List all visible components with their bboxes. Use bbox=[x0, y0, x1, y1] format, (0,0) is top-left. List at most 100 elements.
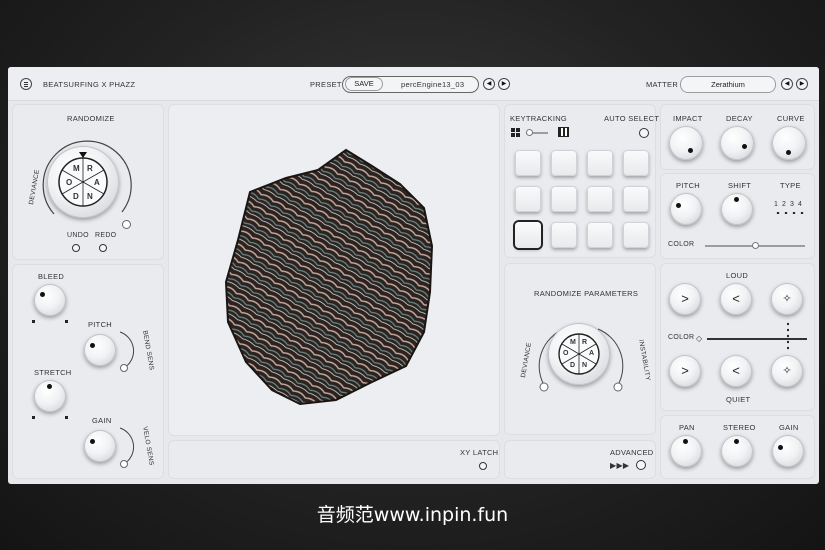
type-option-2[interactable]: 2 bbox=[782, 201, 786, 208]
preset-next-button[interactable]: ▶ bbox=[498, 78, 510, 90]
rp-letter-a: A bbox=[589, 350, 595, 357]
advanced-toggle[interactable] bbox=[636, 460, 646, 470]
grid-icon[interactable] bbox=[511, 128, 520, 137]
pan-knob[interactable] bbox=[670, 435, 702, 467]
xy-latch-toggle[interactable] bbox=[479, 462, 487, 470]
loud-color-slider[interactable] bbox=[707, 338, 807, 340]
pad-2[interactable] bbox=[551, 150, 577, 176]
impact-label: IMPACT bbox=[673, 114, 703, 123]
visualizer-panel[interactable] bbox=[168, 104, 500, 436]
pad-1[interactable] bbox=[515, 150, 541, 176]
output-panel: PAN STEREO GAIN bbox=[660, 415, 815, 479]
matter-visualization bbox=[224, 148, 434, 406]
preset-name: percEngine13_03 bbox=[401, 80, 465, 89]
loud-knob-3[interactable]: ✧ bbox=[771, 283, 803, 315]
matter-next-button[interactable]: ▶ bbox=[796, 78, 808, 90]
pad-panel: KEYTRACKING AUTO SELECT bbox=[504, 104, 660, 258]
pan-label: PAN bbox=[679, 423, 695, 432]
pad-8[interactable] bbox=[623, 186, 649, 212]
pitch2-label: PITCH bbox=[676, 181, 700, 190]
bleed-knob[interactable] bbox=[34, 284, 66, 316]
advanced-panel: ADVANCED ▶▶▶ bbox=[504, 440, 656, 479]
decay-knob[interactable] bbox=[720, 126, 754, 160]
color-label: COLOR bbox=[668, 241, 695, 248]
quiet-knob-2[interactable]: < bbox=[720, 355, 752, 387]
pitch-shift-panel: PITCH SHIFT TYPE 1 2 3 4 COLOR bbox=[660, 173, 815, 259]
randomize-handle[interactable] bbox=[122, 220, 131, 229]
velo-sens-arc[interactable] bbox=[110, 424, 150, 468]
bleed-ticks bbox=[32, 320, 68, 323]
piano-icon[interactable] bbox=[558, 127, 569, 137]
gain-label: GAIN bbox=[92, 416, 112, 425]
redo-button[interactable] bbox=[99, 244, 107, 252]
xy-latch-label: XY LATCH bbox=[460, 448, 499, 457]
auto-select-toggle[interactable] bbox=[639, 128, 649, 138]
diamond-icon: ◇ bbox=[696, 334, 703, 343]
shift-knob[interactable] bbox=[721, 193, 753, 225]
pad-7[interactable] bbox=[587, 186, 613, 212]
stretch-ticks bbox=[32, 416, 68, 419]
type-selector-dots[interactable] bbox=[774, 212, 804, 214]
stretch-label: STRETCH bbox=[34, 368, 72, 377]
quiet-label: QUIET bbox=[726, 395, 751, 404]
shift-label: SHIFT bbox=[728, 181, 752, 190]
out-gain-label: GAIN bbox=[779, 423, 799, 432]
pad-3[interactable] bbox=[587, 150, 613, 176]
quiet-knob-1[interactable]: > bbox=[669, 355, 701, 387]
loud-label: LOUD bbox=[726, 271, 749, 280]
curve-knob[interactable] bbox=[772, 126, 806, 160]
randomize-title: RANDOMIZE bbox=[67, 114, 115, 123]
pad-10[interactable] bbox=[551, 222, 577, 248]
keytracking-slider[interactable] bbox=[526, 129, 548, 136]
impact-knob[interactable] bbox=[669, 126, 703, 160]
type-option-1[interactable]: 1 bbox=[774, 201, 778, 208]
stretch-knob[interactable] bbox=[34, 380, 66, 412]
wheel-letter-r: R bbox=[87, 164, 94, 173]
pad-9[interactable] bbox=[515, 222, 541, 248]
bend-sens-arc[interactable] bbox=[110, 328, 150, 372]
loud-knob-1[interactable]: > bbox=[669, 283, 701, 315]
rp-wheel[interactable]: M R A N D O bbox=[548, 323, 610, 385]
type-label: TYPE bbox=[780, 181, 801, 190]
matter-label: MATTER bbox=[646, 80, 679, 89]
randomize-panel: RANDOMIZE DEVIANCE M R A N D O UNDO REDO bbox=[12, 104, 164, 260]
instability-label: INSTABILITY bbox=[637, 339, 652, 382]
preset-prev-button[interactable]: ◀ bbox=[483, 78, 495, 90]
pad-5[interactable] bbox=[515, 186, 541, 212]
pad-6[interactable] bbox=[551, 186, 577, 212]
pitch-label: PITCH bbox=[88, 320, 112, 329]
out-gain-knob[interactable] bbox=[772, 435, 804, 467]
auto-select-label: AUTO SELECT bbox=[604, 114, 660, 123]
stereo-knob[interactable] bbox=[721, 435, 753, 467]
randomize-parameters-panel: RANDOMIZE PARAMETERS DEVIANCE INSTABILIT… bbox=[504, 263, 656, 435]
loud-quiet-panel: LOUD > < ✧ COLOR ◇ > < ✧ QUIET bbox=[660, 263, 815, 411]
randomize-wheel[interactable]: M R A N D O bbox=[47, 146, 119, 218]
pitch2-knob[interactable] bbox=[670, 193, 702, 225]
type-option-4[interactable]: 4 bbox=[798, 201, 802, 208]
color-slider[interactable] bbox=[705, 242, 805, 249]
loud-knob-2[interactable]: < bbox=[720, 283, 752, 315]
rp-letter-d: D bbox=[570, 362, 576, 369]
keytracking-label: KEYTRACKING bbox=[510, 114, 568, 123]
undo-label: UNDO bbox=[67, 232, 89, 239]
undo-button[interactable] bbox=[72, 244, 80, 252]
matter-prev-button[interactable]: ◀ bbox=[781, 78, 793, 90]
wheel-letter-a: A bbox=[94, 178, 101, 187]
pad-4[interactable] bbox=[623, 150, 649, 176]
menu-icon[interactable] bbox=[20, 78, 32, 90]
wheel-letter-n: N bbox=[87, 192, 94, 201]
pad-11[interactable] bbox=[587, 222, 613, 248]
type-option-3[interactable]: 3 bbox=[790, 201, 794, 208]
save-button[interactable]: SAVE bbox=[345, 77, 383, 91]
preset-label: PRESET bbox=[310, 80, 342, 89]
wheel-letter-m: M bbox=[73, 164, 80, 173]
pad-12[interactable] bbox=[623, 222, 649, 248]
wheel-letter-o: O bbox=[66, 178, 73, 187]
decay-label: DECAY bbox=[726, 114, 753, 123]
matter-field[interactable]: Zerathium bbox=[680, 76, 776, 93]
quiet-knob-3[interactable]: ✧ bbox=[771, 355, 803, 387]
brand-title: BEATSURFING X PHAZZ bbox=[43, 80, 136, 89]
envelope-panel: IMPACT DECAY CURVE bbox=[660, 104, 815, 170]
stereo-label: STEREO bbox=[723, 423, 756, 432]
bleed-label: BLEED bbox=[38, 272, 65, 281]
